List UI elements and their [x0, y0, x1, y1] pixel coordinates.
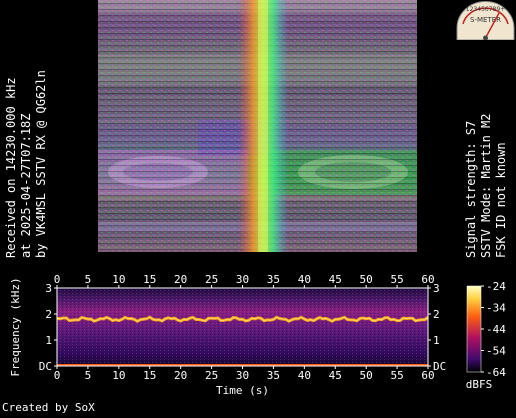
x-tick-label-top: 55: [390, 273, 403, 286]
x-tick-label-top: 10: [112, 273, 125, 286]
signal-strength-text: Signal strength: S7: [464, 120, 478, 258]
x-tick-label-bottom: 10: [112, 369, 125, 382]
sstv-image-canvas: [98, 0, 417, 252]
y-tick-label-right: DC: [433, 360, 446, 373]
x-tick-label-bottom: 55: [390, 369, 403, 382]
spectrogram-chart: 0 5 10 15 20 25 30 35 40 45 50 55 60 0 5 10 15 20 25 30 35 4…: [9, 273, 506, 397]
x-tick-label-bottom: 50: [360, 369, 373, 382]
x-tick-label-bottom: 25: [205, 369, 218, 382]
x-tick-label-bottom: 0: [54, 369, 61, 382]
reception-info: Received on 14230.000 kHz at 2025-04-27T…: [4, 70, 49, 258]
x-axis-label: Time (s): [216, 384, 269, 397]
x-tick-label-bottom: 5: [85, 369, 92, 382]
y-axis-label: Frequency (kHz): [9, 277, 22, 376]
x-tick-label-bottom: 30: [236, 369, 249, 382]
sstv-mode-text: SSTV Mode: Martin M2: [479, 113, 493, 259]
y-tick-label-left: 3: [45, 282, 52, 295]
colorbar-tick-label: -54: [486, 345, 506, 358]
y-tick-label-right: 1: [433, 334, 440, 347]
received-frequency-text: Received on 14230.000 kHz: [4, 77, 18, 258]
x-tick-label-top: 0: [54, 273, 61, 286]
sstv-image: [98, 0, 417, 252]
colorbar-tick-label: -24: [486, 280, 506, 293]
colorbar: -24-34-44-54-64 dBFS: [466, 280, 506, 391]
x-ticks-top: 0 5 10 15 20 25 30 35 40 45 50 55 60: [54, 273, 435, 288]
y-tick-label-right: 2: [433, 308, 440, 321]
colorbar-gradient: [466, 285, 482, 373]
colorbar-tick-label: -44: [486, 323, 506, 336]
fsk-id-text: FSK ID not known: [494, 142, 508, 258]
credit-text: Created by SoX: [2, 401, 95, 414]
colorbar-tick-label: -34: [486, 302, 506, 315]
colorbar-ticks: -24-34-44-54-64: [481, 280, 506, 379]
x-tick-label-bottom: 35: [267, 369, 280, 382]
s-meter-scale-digits: 123456789+: [466, 6, 505, 13]
x-tick-label-top: 45: [329, 273, 342, 286]
x-tick-label-bottom: 40: [298, 369, 311, 382]
y-tick-label-left: 2: [45, 308, 52, 321]
spectrogram-plot: [56, 287, 429, 367]
y-tick-label-left: DC: [39, 360, 52, 373]
timestamp-text: at 2025-04-27T07:18Z: [19, 113, 33, 259]
x-tick-label-top: 50: [360, 273, 373, 286]
colorbar-label: dBFS: [466, 378, 493, 391]
signal-info: Signal strength: S7 SSTV Mode: Martin M2…: [464, 114, 509, 259]
spectrogram-panel: 0 5 10 15 20 25 30 35 40 45 50 55 60 0 5 10 15 20 25 30 35 4…: [0, 272, 516, 414]
x-tick-label-top: 25: [205, 273, 218, 286]
spectrogram-noise: [57, 288, 428, 366]
x-tick-label-top: 15: [143, 273, 156, 286]
y-tick-label-left: 1: [45, 334, 52, 347]
x-tick-label-top: 20: [174, 273, 187, 286]
x-tick-label-top: 5: [85, 273, 92, 286]
y-tick-label-right: 3: [433, 282, 440, 295]
x-tick-label-bottom: 45: [329, 369, 342, 382]
x-tick-label-bottom: 20: [174, 369, 187, 382]
receiver-text: by VK4MSL SSTV RX @ QG62ln: [34, 70, 48, 258]
x-tick-label-bottom: 15: [143, 369, 156, 382]
y-ticks-left: DC 1 2 3: [39, 282, 57, 373]
s-meter: 123456789+ S-METER: [455, 0, 516, 41]
x-tick-label-top: 30: [236, 273, 249, 286]
s-meter-gauge: 123456789+ S-METER: [456, 1, 515, 41]
x-tick-label-top: 35: [267, 273, 280, 286]
x-tick-label-top: 40: [298, 273, 311, 286]
x-ticks-bottom: 0 5 10 15 20 25 30 35 40 45 50 55 60: [54, 366, 435, 382]
y-ticks-right: DC 1 2 3: [428, 282, 446, 373]
